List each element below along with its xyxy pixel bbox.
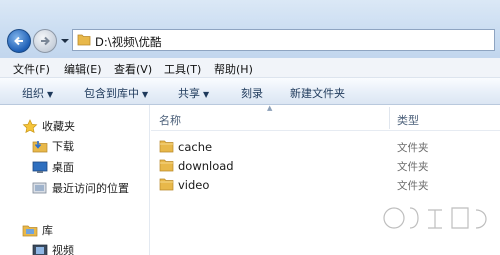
share-label: 共享	[178, 87, 200, 100]
file-type: 文件夹	[397, 180, 429, 192]
video-library-icon	[32, 243, 48, 255]
folder-icon	[159, 159, 174, 172]
organize-button[interactable]: 组织 ▼	[22, 85, 53, 101]
file-type: 文件夹	[397, 161, 429, 173]
arrow-left-icon	[14, 36, 23, 46]
folder-icon	[159, 140, 174, 153]
menu-edit[interactable]: 编辑(E)	[64, 61, 102, 77]
nav-downloads[interactable]: 下载	[32, 138, 74, 154]
organize-label: 组织	[22, 87, 44, 100]
star-icon	[22, 119, 38, 134]
column-divider[interactable]	[389, 107, 390, 129]
column-header-type[interactable]: 类型	[397, 112, 419, 128]
recent-places-icon	[32, 181, 48, 195]
forward-button[interactable]	[33, 29, 57, 53]
file-name: download	[178, 159, 234, 173]
nav-videos[interactable]: 视频	[32, 242, 74, 255]
sort-ascending-icon: ▲	[267, 104, 273, 112]
include-in-library-button[interactable]: 包含到库中 ▼	[84, 85, 148, 101]
address-bar-area: D:\视频\优酷	[0, 0, 500, 58]
file-row[interactable]: video 文件夹	[151, 175, 500, 194]
file-row[interactable]: cache 文件夹	[151, 137, 500, 156]
nav-downloads-label: 下载	[52, 140, 74, 153]
nav-favorites[interactable]: 收藏夹	[22, 118, 75, 134]
watermark-logo	[383, 207, 487, 229]
nav-desktop-label: 桌面	[52, 161, 74, 174]
back-button[interactable]	[7, 29, 31, 53]
menu-help[interactable]: 帮助(H)	[214, 61, 253, 77]
chevron-down-icon: ▼	[142, 90, 149, 99]
library-icon	[22, 223, 38, 237]
nav-recent-label: 最近访问的位置	[52, 182, 129, 195]
command-bar: 组织 ▼ 包含到库中 ▼ 共享 ▼ 刻录 新建文件夹	[0, 78, 500, 105]
file-name: video	[178, 178, 210, 192]
menu-tools[interactable]: 工具(T)	[164, 61, 201, 77]
menu-file[interactable]: 文件(F)	[13, 61, 50, 77]
navigation-pane: 收藏夹 下载 桌面 最近访问的位置 库 视频	[0, 105, 150, 255]
nav-desktop[interactable]: 桌面	[32, 159, 74, 175]
share-button[interactable]: 共享 ▼	[178, 85, 209, 101]
menu-view[interactable]: 查看(V)	[114, 61, 152, 77]
burn-button[interactable]: 刻录	[241, 85, 263, 101]
file-row[interactable]: download 文件夹	[151, 156, 500, 175]
address-field[interactable]: D:\视频\优酷	[72, 29, 495, 51]
include-in-library-label: 包含到库中	[84, 87, 139, 100]
new-folder-button[interactable]: 新建文件夹	[290, 85, 345, 101]
arrow-right-icon	[41, 36, 50, 46]
folder-icon	[77, 34, 91, 46]
nav-libraries[interactable]: 库	[22, 222, 53, 238]
chevron-down-icon: ▼	[203, 90, 210, 99]
column-header-name[interactable]: 名称	[159, 112, 181, 128]
nav-libraries-label: 库	[42, 224, 53, 237]
column-header-row: ▲ 名称 类型	[151, 104, 500, 131]
desktop-icon	[32, 160, 48, 174]
nav-recent-places[interactable]: 最近访问的位置	[32, 180, 129, 196]
file-name: cache	[178, 140, 213, 154]
nav-videos-label: 视频	[52, 244, 74, 255]
download-folder-icon	[32, 139, 48, 153]
nav-favorites-label: 收藏夹	[42, 120, 75, 133]
file-type: 文件夹	[397, 142, 429, 154]
history-dropdown-icon[interactable]	[60, 36, 70, 46]
address-path: D:\视频\优酷	[95, 35, 162, 49]
folder-icon	[159, 178, 174, 191]
chevron-down-icon: ▼	[47, 90, 54, 99]
menu-bar: 文件(F) 编辑(E) 查看(V) 工具(T) 帮助(H)	[0, 58, 500, 78]
